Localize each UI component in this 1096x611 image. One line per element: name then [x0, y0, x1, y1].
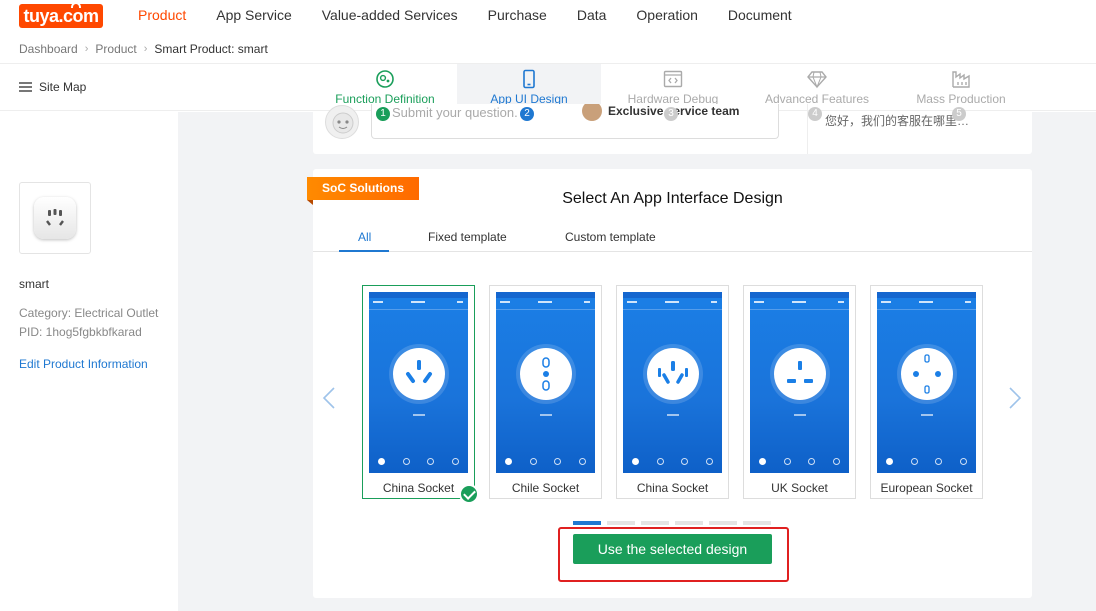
template-card-chile-socket[interactable]: Chile Socket — [489, 285, 602, 499]
page-title: Select An App Interface Design — [562, 190, 783, 207]
template-name: Chile Socket — [511, 481, 580, 495]
pager-dot-4[interactable] — [675, 521, 703, 525]
tab-fixed-template[interactable]: Fixed template — [428, 230, 507, 244]
phone-icon — [523, 69, 535, 89]
nav-item-app-service[interactable]: App Service — [216, 7, 291, 23]
nav-item-operation[interactable]: Operation — [636, 7, 697, 23]
product-image — [19, 182, 91, 254]
robot-avatar-icon — [325, 105, 359, 139]
tab-custom-template[interactable]: Custom template — [565, 230, 656, 244]
china-socket-icon — [393, 348, 445, 400]
product-info-panel: smart Category: Electrical Outlet PID: 1… — [0, 112, 178, 611]
template-name: UK Socket — [771, 481, 828, 495]
chevron-left-icon[interactable] — [322, 386, 336, 410]
use-selected-design-button[interactable]: Use the selected design — [573, 534, 772, 564]
template-name: European Socket — [880, 481, 973, 495]
template-tabs: All Fixed template Custom template — [313, 221, 1032, 252]
top-nav: tuya.com Product App Service Value-added… — [0, 0, 1096, 32]
check-icon — [459, 484, 479, 504]
step-label: Mass Production — [916, 92, 1006, 106]
pager-dot-1[interactable] — [573, 521, 601, 525]
diamond-icon — [807, 71, 827, 89]
china-universal-socket-icon — [647, 348, 699, 400]
edit-product-link[interactable]: Edit Product Information — [19, 357, 148, 371]
step-number: 4 — [808, 107, 822, 121]
breadcrumb-dashboard[interactable]: Dashboard — [19, 42, 78, 56]
breadcrumb-current: Smart Product: smart — [154, 42, 268, 56]
tuya-logo[interactable]: tuya.com — [19, 2, 103, 28]
carousel-pager — [573, 521, 777, 525]
product-pid: PID: 1hog5fgbkbfkarad — [19, 325, 142, 339]
site-map-button[interactable]: Site Map — [19, 80, 86, 94]
template-name: China Socket — [636, 481, 709, 495]
tab-all[interactable]: All — [358, 230, 371, 244]
code-icon — [663, 70, 683, 88]
chevron-right-icon: › — [84, 43, 89, 55]
uk-socket-icon — [774, 348, 826, 400]
chevron-right-icon: › — [143, 43, 148, 55]
chat-message[interactable]: 您好，我们的客服在哪里… — [825, 112, 969, 129]
template-card-uk-socket[interactable]: UK Socket — [743, 285, 856, 499]
highlight-box: Use the selected design — [558, 527, 789, 582]
product-category: Category: Electrical Outlet — [19, 306, 159, 320]
product-name: smart — [19, 277, 49, 291]
phone-preview — [369, 292, 468, 473]
phone-preview — [623, 292, 722, 473]
design-selector-card: SoC Solutions Select An App Interface De… — [307, 169, 1032, 598]
service-agent-avatar — [582, 104, 602, 121]
nav-item-data[interactable]: Data — [577, 7, 607, 23]
step-number: 2 — [520, 107, 534, 121]
chile-socket-icon — [520, 348, 572, 400]
european-socket-icon — [901, 348, 953, 400]
factory-icon — [952, 71, 970, 88]
pager-dot-6[interactable] — [743, 521, 771, 525]
pager-dot-3[interactable] — [641, 521, 669, 525]
breadcrumb: Dashboard › Product › Smart Product: sma… — [19, 42, 268, 56]
function-definition-icon — [376, 70, 394, 88]
chevron-right-icon[interactable] — [1008, 386, 1022, 410]
breadcrumb-product[interactable]: Product — [95, 42, 136, 56]
template-card-china-socket-2[interactable]: China Socket — [616, 285, 729, 499]
phone-preview — [496, 292, 595, 473]
phone-preview — [750, 292, 849, 473]
nav-item-value-added-services[interactable]: Value-added Services — [322, 7, 458, 23]
template-name: China Socket — [382, 481, 455, 495]
pager-dot-2[interactable] — [607, 521, 635, 525]
phone-preview — [877, 292, 976, 473]
pager-dot-5[interactable] — [709, 521, 737, 525]
site-map-label: Site Map — [39, 80, 87, 94]
main-nav: Product App Service Value-added Services… — [138, 7, 822, 23]
menu-icon — [19, 82, 32, 92]
step-mass-production[interactable]: Mass Production 5 — [889, 64, 1033, 121]
question-input-placeholder: Submit your question. — [392, 105, 518, 120]
step-number: 3 — [664, 107, 678, 121]
nav-item-document[interactable]: Document — [728, 7, 792, 23]
template-card-european-socket[interactable]: European Socket — [870, 285, 983, 499]
template-card-china-socket[interactable]: China Socket — [362, 285, 479, 504]
step-number: 5 — [952, 107, 966, 121]
nav-item-product[interactable]: Product — [138, 7, 186, 23]
socket-plug-icon — [34, 197, 76, 239]
question-input[interactable]: Submit your question. Exclusive service … — [371, 104, 779, 139]
nav-item-purchase[interactable]: Purchase — [488, 7, 547, 23]
step-number: 1 — [376, 107, 390, 121]
active-tab-underline — [339, 250, 389, 252]
